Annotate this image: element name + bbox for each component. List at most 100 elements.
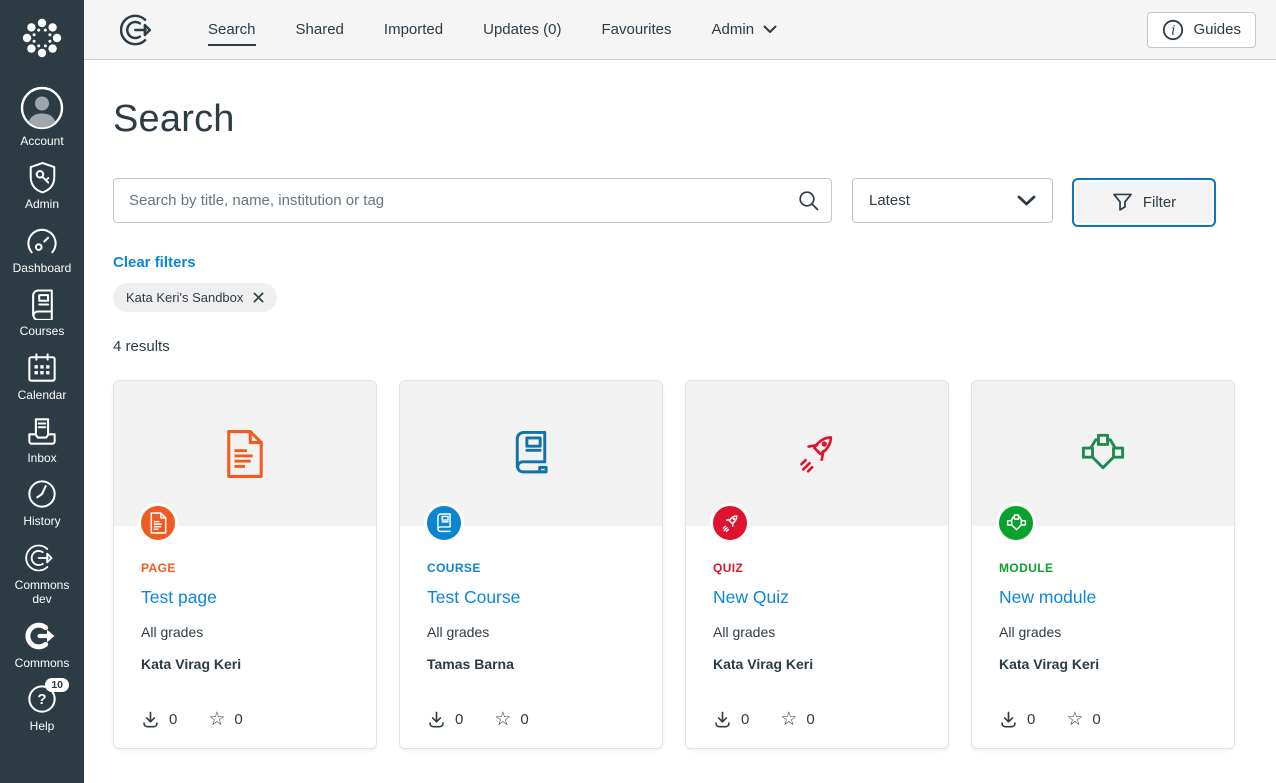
- download-icon: [429, 711, 444, 728]
- inbox-icon: [27, 415, 57, 447]
- active-filters-row: Kata Keri's Sandbox: [113, 283, 1236, 312]
- tab-imported[interactable]: Imported: [384, 0, 443, 59]
- tab-admin-menu[interactable]: Admin: [712, 0, 778, 59]
- sidebar-item-label: Admin: [24, 197, 59, 212]
- search-controls: Latest Filter: [113, 178, 1236, 227]
- sidebar-item-commons[interactable]: Commons: [0, 613, 84, 676]
- card-type-label: MODULE: [999, 561, 1054, 575]
- filter-button[interactable]: Filter: [1076, 182, 1212, 223]
- tab-search[interactable]: Search: [208, 0, 256, 59]
- card-type-label: COURSE: [427, 561, 481, 575]
- quiz-type-badge: [710, 503, 750, 543]
- downloads-stat: 0: [141, 710, 177, 729]
- favourites-count: 0: [806, 711, 815, 728]
- result-card-page: PAGE Test page All grades Kata Virag Ker…: [113, 380, 377, 749]
- sidebar-item-label: Calendar: [17, 387, 67, 402]
- search-input[interactable]: [113, 178, 832, 223]
- sidebar-item-calendar[interactable]: Calendar: [0, 345, 84, 408]
- card-author: Kata Virag Keri: [999, 656, 1100, 672]
- card-title-link[interactable]: New module: [999, 587, 1096, 608]
- book-icon: [28, 288, 56, 321]
- results-count: 4 results: [113, 338, 170, 355]
- sidebar-item-inbox[interactable]: Inbox: [0, 408, 84, 471]
- sidebar-item-label: History: [23, 514, 61, 529]
- star-icon: ☆: [208, 708, 226, 730]
- favourites-stat: ☆ 0: [1066, 710, 1100, 729]
- info-icon: i: [1163, 19, 1184, 40]
- sidebar-item-help[interactable]: ? 10 Help: [0, 676, 84, 739]
- commons-app-logo-icon[interactable]: [120, 13, 158, 47]
- canvas-logo-icon[interactable]: [18, 0, 66, 69]
- sidebar-item-courses[interactable]: Courses: [0, 281, 84, 344]
- card-grades: All grades: [999, 624, 1062, 640]
- downloads-stat: 0: [999, 710, 1035, 729]
- course-book-icon: [437, 512, 451, 532]
- filter-label: Filter: [1142, 194, 1177, 211]
- avatar-icon: [20, 86, 64, 130]
- commons-outline-icon: [24, 542, 60, 574]
- sidebar-item-label: Commons dev: [14, 577, 70, 607]
- chevron-down-icon: [763, 25, 777, 33]
- results-grid: PAGE Test page All grades Kata Virag Ker…: [113, 380, 1236, 749]
- course-type-badge: [424, 503, 464, 543]
- card-stats: 0 ☆ 0: [427, 710, 529, 729]
- result-card-module: MODULE New module All grades Kata Virag …: [971, 380, 1235, 749]
- sidebar-item-admin[interactable]: Admin: [0, 154, 84, 217]
- star-icon: ☆: [1066, 708, 1084, 730]
- clear-filters-link[interactable]: Clear filters: [113, 254, 196, 271]
- card-title-link[interactable]: Test page: [141, 587, 217, 608]
- downloads-count: 0: [1027, 711, 1036, 728]
- card-body: PAGE Test page All grades Kata Virag Ker…: [114, 526, 376, 729]
- close-icon: [253, 292, 264, 303]
- filter-button-focus-ring: Filter: [1072, 178, 1216, 227]
- favourites-stat: ☆ 0: [494, 710, 528, 729]
- sidebar-item-history[interactable]: History: [0, 471, 84, 534]
- sidebar-item-commons-dev[interactable]: Commons dev: [0, 535, 84, 613]
- global-sidebar: Account Admin Dashboard Courses Calendar…: [0, 0, 84, 783]
- card-stats: 0 ☆ 0: [713, 710, 815, 729]
- sidebar-nav: Account Admin Dashboard Courses Calendar…: [0, 79, 84, 739]
- module-type-badge: [996, 503, 1036, 543]
- card-title-link[interactable]: Test Course: [427, 587, 520, 608]
- sort-select[interactable]: Latest: [852, 178, 1053, 223]
- downloads-count: 0: [169, 711, 178, 728]
- search-icon: [799, 191, 819, 211]
- guides-button[interactable]: i Guides: [1147, 11, 1256, 48]
- card-stats: 0 ☆ 0: [999, 710, 1101, 729]
- svg-text:?: ?: [37, 691, 46, 708]
- card-body: QUIZ New Quiz All grades Kata Virag Keri…: [686, 526, 948, 729]
- card-grades: All grades: [713, 624, 776, 640]
- module-nodes-icon: [1081, 433, 1125, 469]
- filter-chip-label: Kata Keri's Sandbox: [126, 290, 244, 305]
- card-stats: 0 ☆ 0: [141, 710, 243, 729]
- favourites-count: 0: [234, 711, 243, 728]
- quiz-rocket-icon: [722, 514, 738, 532]
- card-type-label: QUIZ: [713, 561, 744, 575]
- download-icon: [143, 711, 158, 728]
- sidebar-item-account[interactable]: Account: [0, 79, 84, 154]
- card-grades: All grades: [427, 624, 490, 640]
- page-document-icon: [227, 429, 263, 478]
- sidebar-item-dashboard[interactable]: Dashboard: [0, 218, 84, 281]
- tab-favourites[interactable]: Favourites: [601, 0, 671, 59]
- favourites-count: 0: [520, 711, 529, 728]
- course-book-icon: [515, 430, 548, 473]
- favourites-stat: ☆ 0: [208, 710, 242, 729]
- sidebar-item-label: Help: [29, 718, 55, 733]
- main-content: Search Latest: [84, 60, 1276, 783]
- result-card-course: COURSE Test Course All grades Tamas Barn…: [399, 380, 663, 749]
- result-card-quiz: QUIZ New Quiz All grades Kata Virag Keri…: [685, 380, 949, 749]
- gauge-icon: [24, 225, 60, 257]
- remove-filter-button[interactable]: [253, 292, 264, 303]
- downloads-count: 0: [455, 711, 464, 728]
- card-body: COURSE Test Course All grades Tamas Barn…: [400, 526, 662, 729]
- tab-updates[interactable]: Updates (0): [483, 0, 561, 59]
- card-title-link[interactable]: New Quiz: [713, 587, 789, 608]
- card-body: MODULE New module All grades Kata Virag …: [972, 526, 1234, 729]
- topnav-tabs: Search Shared Imported Updates (0) Favou…: [208, 0, 777, 59]
- card-author: Kata Virag Keri: [713, 656, 814, 672]
- sort-value: Latest: [869, 192, 910, 209]
- page-title: Search: [113, 98, 235, 140]
- tab-shared[interactable]: Shared: [296, 0, 344, 59]
- page-type-badge: [138, 503, 178, 543]
